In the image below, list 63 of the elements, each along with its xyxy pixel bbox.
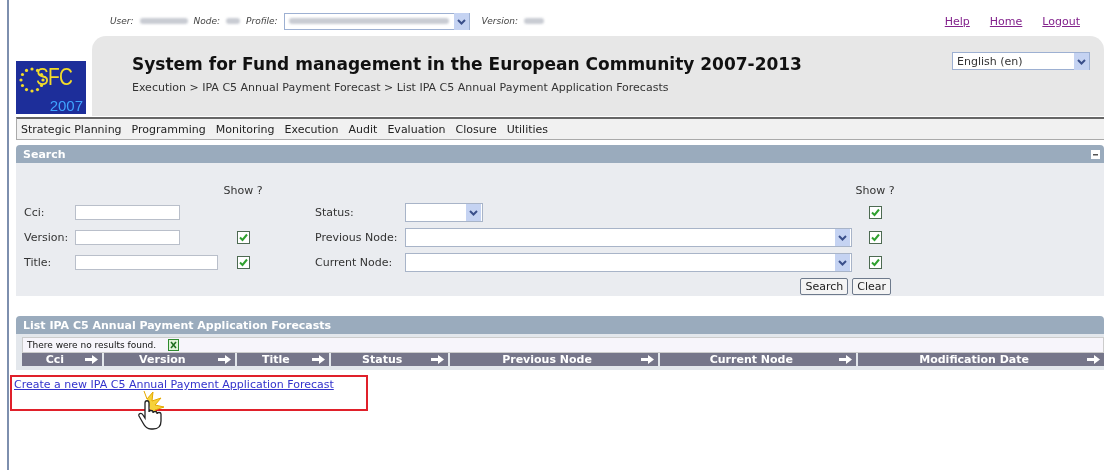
column-heading: Show ? xyxy=(223,184,263,197)
breadcrumb: Execution > IPA C5 Annual Payment Forecast > List IPA C5 Annual Payment Application Forecasts xyxy=(132,81,670,94)
select-field[interactable] xyxy=(405,253,852,272)
sort-arrow-icon[interactable] xyxy=(430,355,444,364)
column-header[interactable]: Title xyxy=(236,353,329,366)
sfc-logo: SFC 2007 xyxy=(16,61,86,114)
sort-arrow-icon[interactable] xyxy=(217,355,231,364)
sort-arrow-icon[interactable] xyxy=(84,355,98,364)
collapse-icon[interactable] xyxy=(1091,149,1100,159)
sort-arrow-icon[interactable] xyxy=(311,355,325,364)
menu-item[interactable]: Audit xyxy=(348,122,378,136)
menu-item[interactable]: Programming xyxy=(131,122,206,136)
menu-item[interactable]: Closure xyxy=(455,122,497,136)
sort-arrow-icon[interactable] xyxy=(839,355,853,364)
header-link[interactable]: Help xyxy=(944,14,970,28)
menu-item[interactable]: Execution xyxy=(284,122,339,136)
node-label: Node: xyxy=(193,16,221,26)
language-dropdown[interactable]: English (en) xyxy=(952,52,1090,70)
column-header[interactable]: Modification Date xyxy=(858,353,1104,366)
column-header[interactable]: Cci xyxy=(22,353,102,366)
app-title: System for Fund management in the European Community 2007-2013 xyxy=(132,54,802,74)
header-link[interactable]: Home xyxy=(989,14,1023,28)
select-field[interactable] xyxy=(405,203,483,222)
input-field[interactable] xyxy=(75,255,218,270)
column-header[interactable]: Current Node xyxy=(660,353,857,366)
menu-item[interactable]: Evaluation xyxy=(387,122,446,136)
input-field[interactable] xyxy=(75,230,180,245)
checkbox[interactable] xyxy=(236,231,250,244)
checkbox[interactable] xyxy=(868,256,882,269)
column-header[interactable]: Version xyxy=(103,353,235,366)
checkbox[interactable] xyxy=(868,231,882,244)
menu-item[interactable]: Utilities xyxy=(506,122,549,136)
sort-arrow-icon[interactable] xyxy=(641,355,655,364)
spreadsheet-icon[interactable] xyxy=(168,339,180,351)
status-message: There were no results found. xyxy=(27,340,157,350)
redacted-value xyxy=(523,18,544,24)
menu-item[interactable]: Monitoring xyxy=(215,122,275,136)
action-button[interactable]: Search xyxy=(800,278,849,295)
profile-label: Profile: xyxy=(246,16,278,26)
user-label: User: xyxy=(110,16,134,26)
column-heading: Show ? xyxy=(855,184,895,197)
create-link[interactable]: Create a new IPA C5 Annual Payment Application Forecast xyxy=(14,378,334,391)
select-field[interactable] xyxy=(405,228,852,247)
redacted-value xyxy=(226,18,241,24)
checkbox[interactable] xyxy=(868,206,882,219)
header-link[interactable]: Logout xyxy=(1042,14,1080,28)
column-header[interactable]: Previous Node xyxy=(449,353,659,366)
field-label: Status: xyxy=(315,206,355,219)
panel-title: List IPA C5 Annual Payment Application Forecasts xyxy=(23,318,332,332)
action-button[interactable]: Clear xyxy=(852,278,891,295)
column-header[interactable]: Status xyxy=(330,353,448,366)
input-field[interactable] xyxy=(75,205,180,220)
field-label: Title: xyxy=(24,256,53,269)
version-label: Version: xyxy=(481,16,518,26)
field-label: Cci: xyxy=(24,206,46,219)
panel-title: Search xyxy=(23,147,66,161)
field-label: Current Node: xyxy=(315,256,394,269)
field-label: Version: xyxy=(24,231,70,244)
menu-item[interactable]: Strategic Planning xyxy=(21,122,122,136)
checkbox[interactable] xyxy=(236,256,250,269)
redacted-value xyxy=(139,18,188,24)
sort-arrow-icon[interactable] xyxy=(1087,355,1100,364)
field-label: Previous Node: xyxy=(315,231,399,244)
